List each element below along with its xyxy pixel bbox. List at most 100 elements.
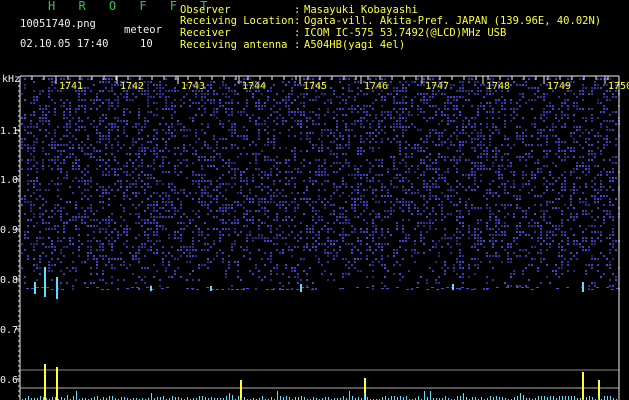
noise-pixel: [138, 213, 140, 215]
noise-pixel: [570, 135, 572, 137]
noise-pixel: [105, 282, 107, 284]
noise-pixel: [162, 156, 164, 158]
noise-pixel: [339, 246, 341, 248]
noise-pixel: [213, 240, 215, 242]
noise-pixel: [144, 147, 146, 149]
noise-pixel: [228, 213, 230, 215]
noise-pixel: [552, 270, 554, 272]
noise-pixel: [180, 153, 182, 155]
noise-pixel: [588, 153, 590, 155]
noise-pixel: [102, 159, 104, 161]
noise-pixel: [441, 213, 443, 215]
noise-pixel: [306, 120, 308, 122]
noise-pixel: [600, 234, 602, 236]
noise-pixel: [153, 192, 155, 194]
noise-pixel: [333, 90, 335, 92]
noise-pixel: [369, 123, 371, 125]
noise-pixel: [405, 240, 407, 242]
noise-pixel: [351, 174, 353, 176]
noise-pixel: [258, 168, 260, 170]
noise-pixel: [201, 168, 203, 170]
noise-pixel: [582, 117, 584, 119]
noise-pixel: [105, 264, 107, 266]
noise-pixel: [372, 189, 374, 191]
noise-pixel: [255, 168, 257, 170]
noise-pixel: [282, 285, 284, 287]
noise-pixel: [336, 252, 338, 254]
noise-pixel: [51, 81, 53, 83]
noise-pixel: [600, 102, 602, 104]
noise-pixel: [255, 105, 257, 107]
noise-pixel: [474, 165, 476, 167]
noise-pixel: [72, 216, 74, 218]
noise-pixel: [102, 114, 104, 116]
noise-pixel: [375, 159, 377, 161]
noise-pixel: [207, 234, 209, 236]
noise-pixel: [519, 93, 521, 95]
noise-pixel: [339, 78, 341, 80]
noise-pixel: [207, 99, 209, 101]
noise-pixel: [318, 168, 320, 170]
carrier-pixel: [126, 288, 129, 289]
noise-pixel: [390, 213, 392, 215]
noise-pixel: [294, 81, 296, 83]
noise-pixel: [456, 171, 458, 173]
noise-pixel: [264, 159, 266, 161]
noise-pixel: [153, 204, 155, 206]
noise-pixel: [177, 165, 179, 167]
noise-pixel: [486, 111, 488, 113]
noise-pixel: [180, 228, 182, 230]
noise-pixel: [495, 255, 497, 257]
signal-level: [400, 396, 401, 400]
noise-pixel: [84, 129, 86, 131]
noise-pixel: [360, 240, 362, 242]
noise-pixel: [156, 183, 158, 185]
noise-pixel: [180, 171, 182, 173]
file-name: 10051740.png: [20, 18, 96, 30]
noise-pixel: [387, 189, 389, 191]
noise-pixel: [492, 234, 494, 236]
noise-pixel: [81, 198, 83, 200]
noise-pixel: [588, 168, 590, 170]
noise-pixel: [573, 207, 575, 209]
noise-pixel: [564, 171, 566, 173]
noise-pixel: [132, 273, 134, 275]
noise-pixel: [171, 207, 173, 209]
noise-pixel: [63, 255, 65, 257]
noise-pixel: [339, 186, 341, 188]
noise-pixel: [93, 150, 95, 152]
noise-pixel: [42, 150, 44, 152]
noise-pixel: [156, 114, 158, 116]
noise-pixel: [246, 246, 248, 248]
noise-pixel: [453, 270, 455, 272]
noise-pixel: [414, 261, 416, 263]
noise-pixel: [342, 258, 344, 260]
noise-pixel: [264, 156, 266, 158]
noise-pixel: [348, 96, 350, 98]
noise-pixel: [483, 288, 485, 290]
noise-pixel: [480, 261, 482, 263]
noise-pixel: [570, 174, 572, 176]
noise-pixel: [603, 204, 605, 206]
signal-level: [538, 396, 539, 400]
noise-pixel: [246, 240, 248, 242]
noise-pixel: [423, 204, 425, 206]
noise-pixel: [108, 165, 110, 167]
noise-pixel: [396, 186, 398, 188]
noise-pixel: [318, 210, 320, 212]
noise-pixel: [405, 189, 407, 191]
noise-pixel: [204, 93, 206, 95]
noise-pixel: [408, 171, 410, 173]
noise-pixel: [570, 213, 572, 215]
noise-pixel: [501, 246, 503, 248]
noise-pixel: [594, 231, 596, 233]
noise-pixel: [600, 240, 602, 242]
noise-pixel: [141, 165, 143, 167]
noise-pixel: [393, 186, 395, 188]
noise-pixel: [255, 153, 257, 155]
noise-pixel: [93, 84, 95, 86]
noise-pixel: [528, 144, 530, 146]
noise-pixel: [78, 255, 80, 257]
noise-pixel: [84, 213, 86, 215]
noise-pixel: [75, 138, 77, 140]
